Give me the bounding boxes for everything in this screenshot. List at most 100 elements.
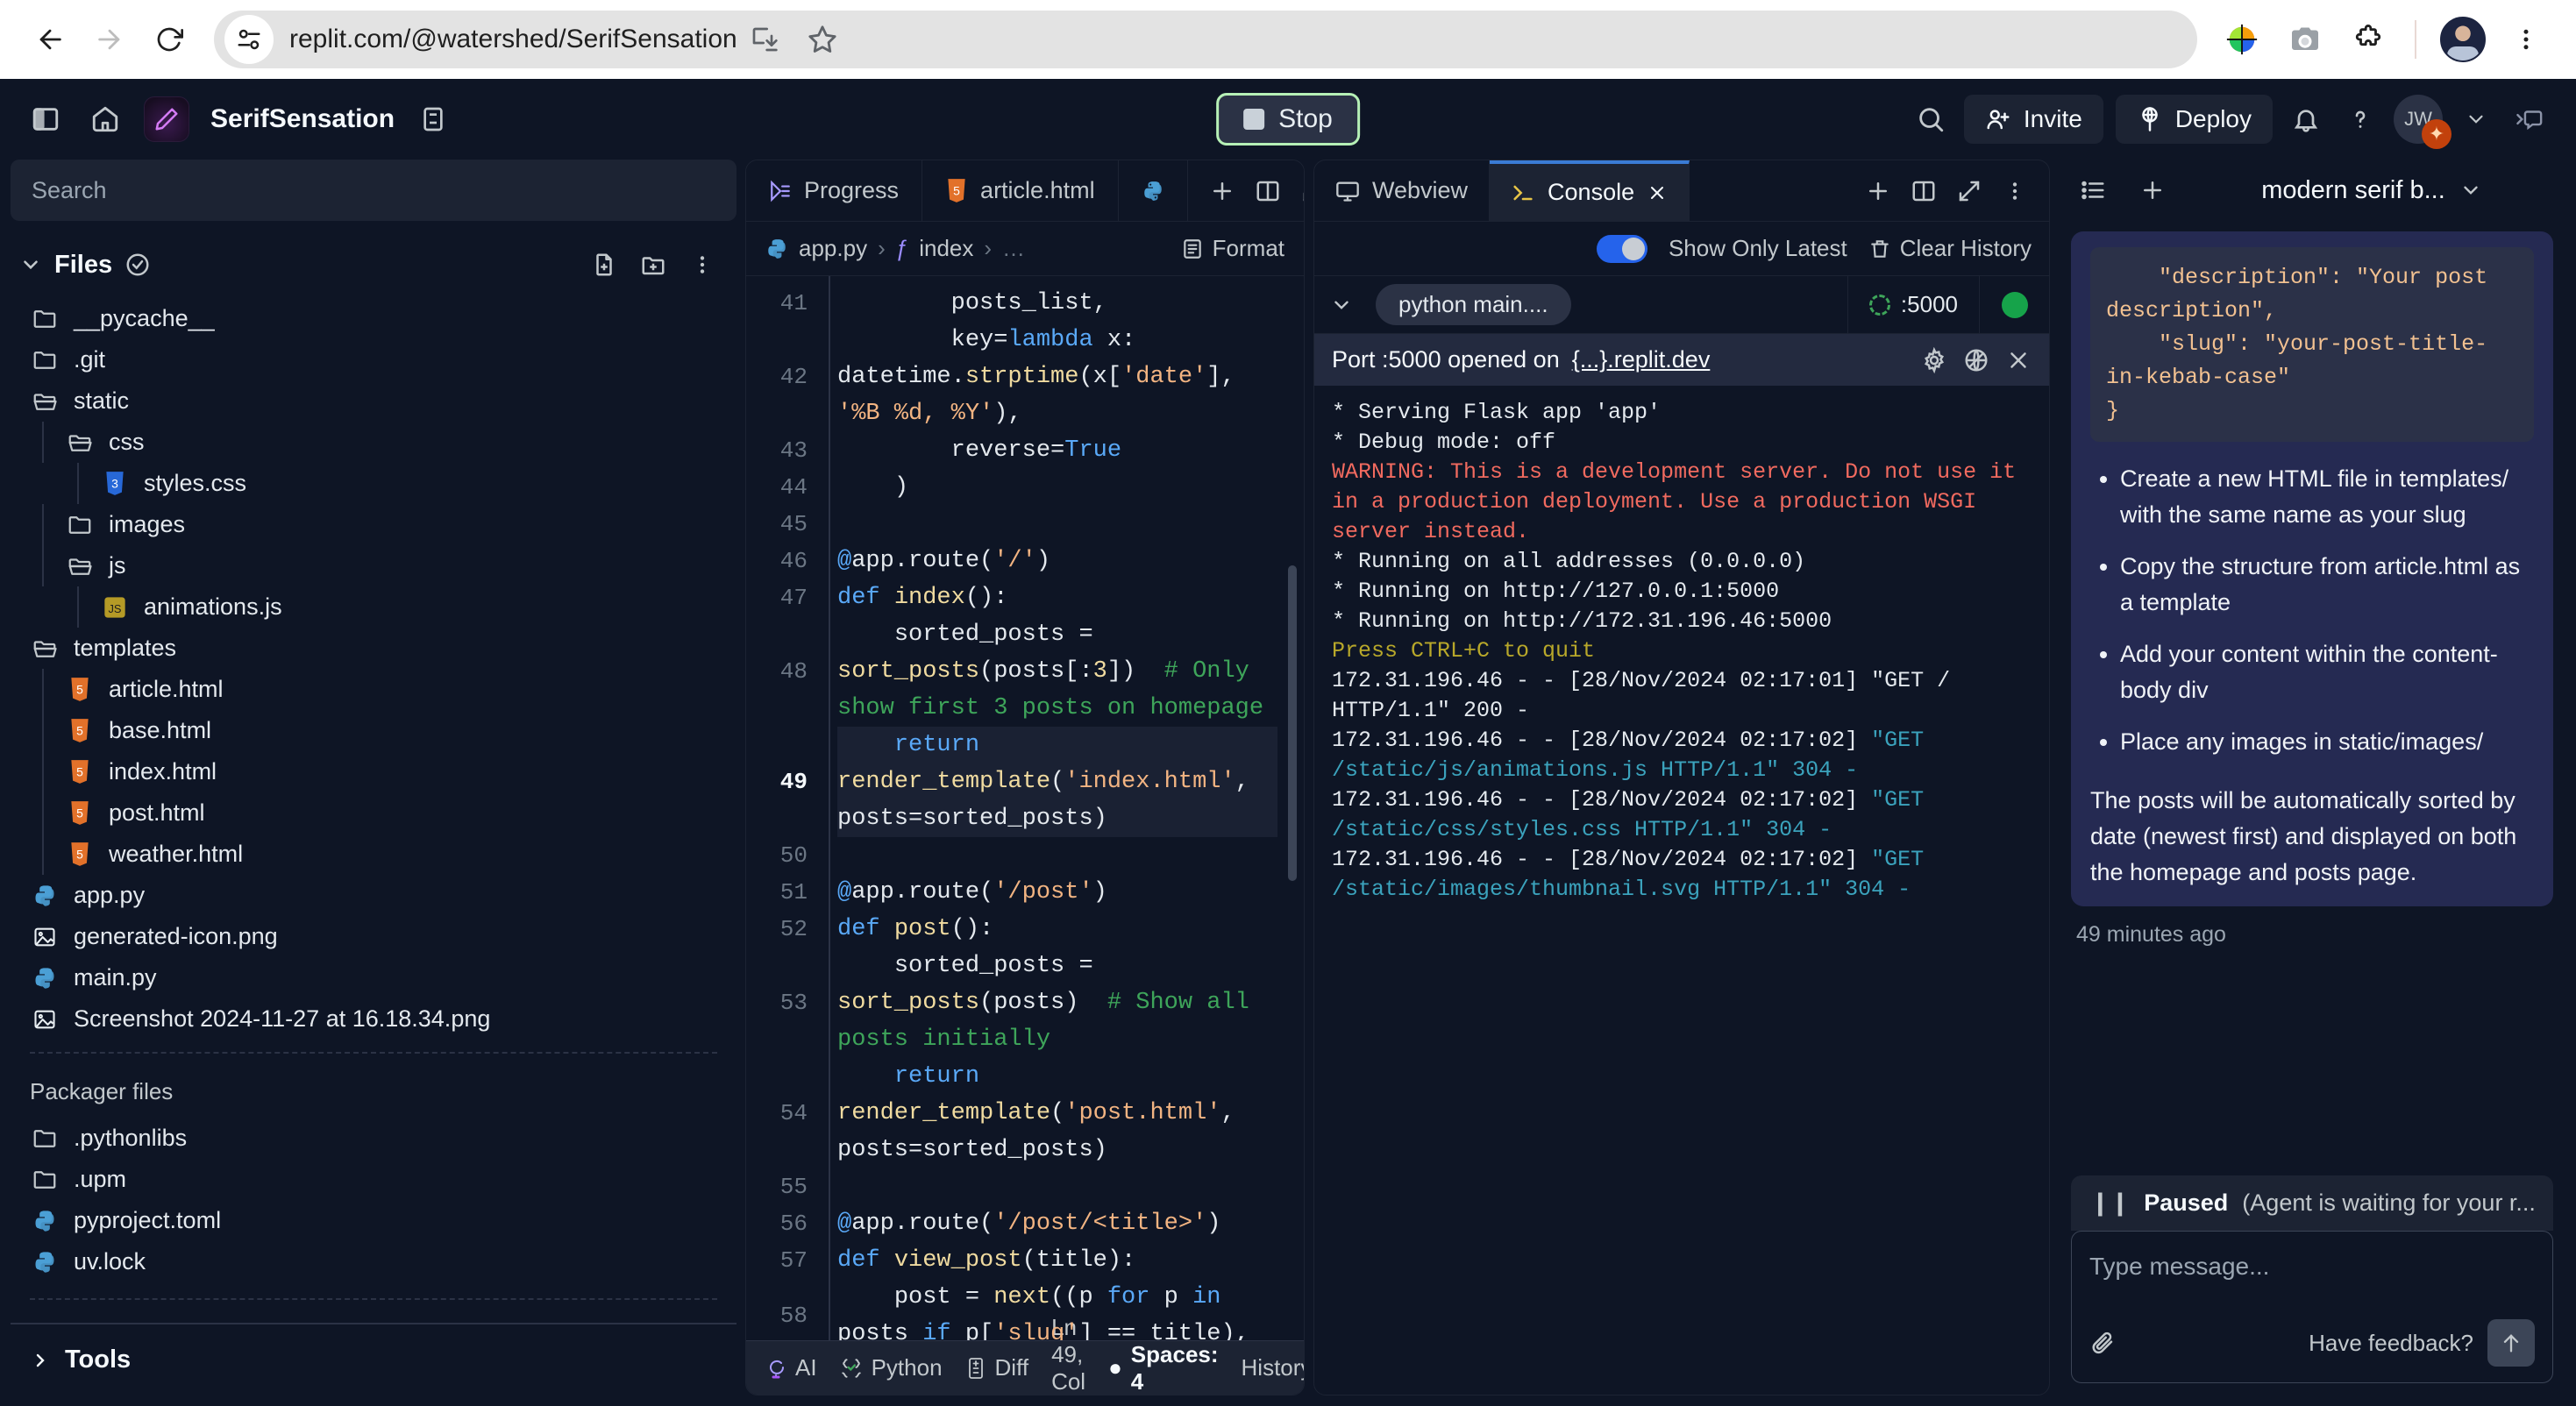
attach-file-icon[interactable] (2089, 1330, 2116, 1356)
disable-preview-icon[interactable] (1963, 347, 1989, 373)
code-line[interactable]: def post(): (837, 911, 1277, 948)
file-item[interactable]: pyproject.toml (11, 1200, 737, 1241)
code-line[interactable]: @app.route('/') (837, 543, 1277, 579)
collapse-run-chevron-icon[interactable] (1323, 287, 1360, 323)
maximize-icon[interactable] (1295, 173, 1304, 209)
user-avatar[interactable]: JW ✦ (2394, 95, 2451, 149)
port-banner-link[interactable]: {...}.replit.dev (1572, 346, 1711, 373)
file-item[interactable]: generated-icon.png (11, 916, 737, 957)
code-line[interactable]: ) (837, 469, 1277, 506)
color-wheel-extension-icon[interactable] (2215, 12, 2269, 67)
avatar[interactable] (2436, 12, 2490, 67)
code-line[interactable] (837, 837, 1277, 874)
code-line[interactable]: def view_post(title): (837, 1242, 1277, 1279)
file-item[interactable]: 5 article.html (11, 669, 737, 710)
folder-item[interactable]: .git (11, 339, 737, 380)
console-split-pane-icon[interactable] (1905, 173, 1942, 209)
message-input[interactable]: Type message... (2089, 1247, 2535, 1319)
console-output[interactable]: * Serving Flask app 'app' * Debug mode: … (1314, 386, 2049, 1395)
new-chat-icon[interactable] (2134, 172, 2171, 209)
tab-webview[interactable]: Webview (1314, 160, 1491, 221)
home-icon[interactable] (84, 98, 126, 140)
agent-messages[interactable]: "description": "Your post description", … (2059, 221, 2565, 1175)
search-input[interactable]: Search (11, 160, 737, 221)
file-item[interactable]: Screenshot 2024-11-27 at 16.18.34.png (11, 998, 737, 1036)
tools-section[interactable]: Tools (11, 1324, 737, 1395)
code-area[interactable]: 41 42 43 44 45 46 47 48 49 50 51 52 53 54 55 56 57 58 pos… (746, 276, 1304, 1340)
install-app-icon[interactable] (737, 12, 792, 67)
files-more-icon[interactable] (684, 246, 721, 283)
breadcrumb-symbol[interactable]: index (919, 235, 973, 262)
console-more-icon[interactable] (1996, 173, 2033, 209)
format-button[interactable]: Format (1181, 235, 1284, 262)
screenshot-camera-icon[interactable] (2278, 12, 2332, 67)
stop-button[interactable]: Stop (1216, 93, 1360, 146)
message-composer[interactable]: Type message... Have feedback? (2071, 1231, 2553, 1383)
send-button[interactable] (2487, 1319, 2535, 1367)
folder-item[interactable]: .pythonlibs (11, 1118, 737, 1159)
tab-progress[interactable]: Progress (746, 160, 923, 221)
language-button[interactable]: Python (840, 1354, 943, 1381)
new-folder-icon[interactable] (635, 246, 672, 283)
code-line[interactable]: return render_template('index.html', pos… (837, 727, 1277, 837)
new-tab-icon[interactable] (1204, 173, 1241, 209)
folder-item[interactable]: css (11, 422, 737, 463)
code-line[interactable]: sorted_posts = sort_posts(posts) # Show … (837, 948, 1277, 1058)
code-line[interactable]: return render_template('post.html', post… (837, 1058, 1277, 1168)
tab-console[interactable]: Console (1490, 160, 1690, 221)
close-icon[interactable] (1647, 182, 1668, 203)
chat-history-icon[interactable] (2074, 172, 2111, 209)
notifications-bell-icon[interactable] (2285, 98, 2327, 140)
folder-item[interactable]: .upm (11, 1159, 737, 1200)
folder-item[interactable]: templates (11, 628, 737, 669)
folder-item[interactable]: images (11, 504, 737, 545)
feedback-link[interactable]: Have feedback? (2309, 1330, 2473, 1357)
address-bar[interactable]: replit.com/@watershed/SerifSensation (214, 11, 2197, 68)
history-button[interactable]: History (1242, 1354, 1304, 1381)
toggle-sidebar-icon[interactable] (25, 98, 67, 140)
git-status-icon[interactable] (125, 252, 151, 278)
bookmark-star-icon[interactable] (795, 12, 850, 67)
breadcrumb-more[interactable]: … (1002, 235, 1025, 262)
tab-app-py[interactable] (1119, 160, 1188, 221)
code-line[interactable]: reverse=True (837, 432, 1277, 469)
console-maximize-icon[interactable] (1951, 173, 1988, 209)
code-line[interactable]: post = next((p for p in posts if p['slug… (837, 1279, 1277, 1340)
browser-menu-icon[interactable] (2499, 12, 2553, 67)
code-line[interactable] (837, 1168, 1277, 1205)
close-icon[interactable] (2005, 347, 2032, 373)
extensions-puzzle-icon[interactable] (2341, 12, 2395, 67)
agent-chat-title[interactable]: modern serif b... (2261, 176, 2482, 205)
file-item[interactable]: 3 styles.css (11, 463, 737, 504)
invite-button[interactable]: Invite (1963, 95, 2103, 144)
folder-item[interactable]: __pycache__ (11, 298, 737, 339)
file-item[interactable]: main.py (11, 957, 737, 998)
new-file-icon[interactable] (586, 246, 623, 283)
editor-scrollbar[interactable] (1288, 565, 1297, 881)
back-icon[interactable] (23, 12, 77, 67)
file-item[interactable]: 5 weather.html (11, 834, 737, 875)
file-item[interactable]: uv.lock (11, 1241, 737, 1282)
file-item[interactable]: 5 post.html (11, 792, 737, 834)
site-settings-icon[interactable] (224, 15, 274, 64)
clear-history-button[interactable]: Clear History (1868, 235, 2032, 262)
new-console-tab-icon[interactable] (1860, 173, 1896, 209)
code-line[interactable]: key=lambda x: datetime.strptime(x['date'… (837, 322, 1277, 432)
collapse-right-panel-icon[interactable] (2509, 98, 2551, 140)
code-line[interactable] (837, 506, 1277, 543)
code-line[interactable]: @app.route('/post') (837, 874, 1277, 911)
port-indicator[interactable]: :5000 (1847, 275, 1979, 334)
code-line[interactable]: @app.route('/post/<title>') (837, 1205, 1277, 1242)
diff-button[interactable]: Diff (965, 1354, 1028, 1381)
chevron-down-icon[interactable] (19, 253, 42, 276)
reload-icon[interactable] (142, 12, 196, 67)
code-lines[interactable]: posts_list, key=lambda x: datetime.strpt… (822, 276, 1304, 1340)
ai-status-button[interactable]: AI (765, 1354, 817, 1381)
forward-icon[interactable] (82, 12, 137, 67)
deploy-button[interactable]: Deploy (2115, 95, 2273, 144)
file-item[interactable]: 5 index.html (11, 751, 737, 792)
code-line[interactable]: posts_list, (837, 285, 1277, 322)
split-pane-icon[interactable] (1249, 173, 1286, 209)
gear-icon[interactable] (1921, 346, 1947, 373)
show-only-latest-toggle[interactable] (1596, 234, 1647, 263)
